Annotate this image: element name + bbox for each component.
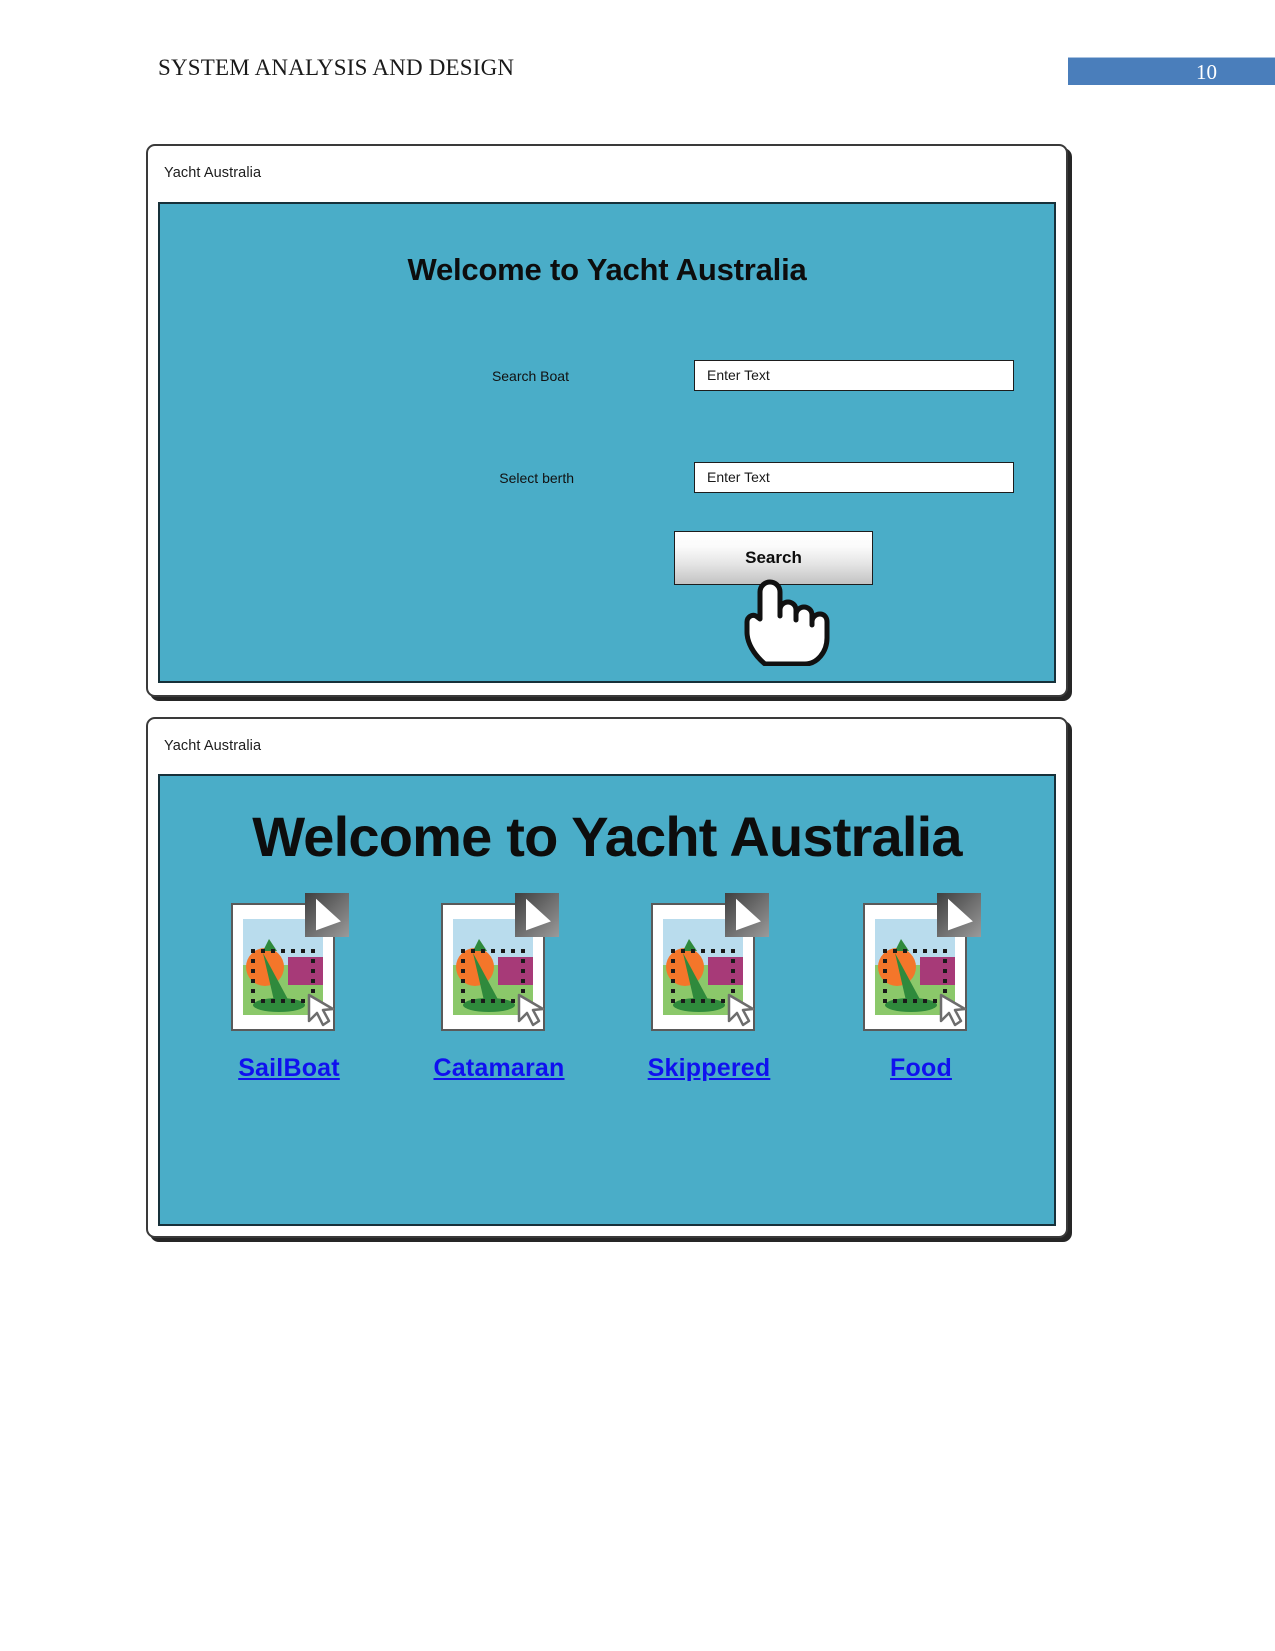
- category-item-catamaran[interactable]: Catamaran: [394, 891, 604, 1083]
- search-button[interactable]: Search: [674, 531, 873, 585]
- image-placeholder-icon: [651, 893, 769, 1031]
- page-number-badge: 10: [1068, 57, 1275, 85]
- form-row-select-berth: Select berth Enter Text: [160, 462, 1054, 496]
- hand-pointer-cursor-icon: [744, 579, 830, 666]
- mockup-window-results: Yacht Australia Welcome to Yacht Austral…: [146, 717, 1068, 1238]
- search-boat-input[interactable]: Enter Text: [694, 360, 1014, 391]
- category-grid: SailBoat Catamaran Skippered Food: [182, 891, 1036, 1083]
- search-button-label: Search: [745, 548, 802, 567]
- image-placeholder-icon: [863, 893, 981, 1031]
- mockup-window-search: Yacht Australia Welcome to Yacht Austral…: [146, 144, 1068, 697]
- search-boat-input-value: Enter Text: [707, 367, 770, 383]
- window-title-results: Yacht Australia: [164, 738, 262, 754]
- category-item-sailboat[interactable]: SailBoat: [184, 891, 394, 1083]
- page-title: SYSTEM ANALYSIS AND DESIGN: [158, 55, 515, 80]
- image-placeholder-icon: [231, 893, 349, 1031]
- select-berth-input[interactable]: Enter Text: [694, 462, 1014, 493]
- select-berth-input-value: Enter Text: [707, 469, 770, 485]
- category-item-food[interactable]: Food: [816, 891, 1026, 1083]
- category-link-food[interactable]: Food: [890, 1054, 952, 1083]
- page-number-label: 10: [1196, 60, 1217, 84]
- category-link-sailboat[interactable]: SailBoat: [238, 1054, 340, 1083]
- image-placeholder-icon: [441, 893, 559, 1031]
- category-link-skippered[interactable]: Skippered: [648, 1054, 771, 1083]
- form-row-search-boat: Search Boat Enter Text: [160, 360, 1054, 394]
- category-item-skippered[interactable]: Skippered: [604, 891, 814, 1083]
- label-search-boat: Search Boat: [491, 368, 569, 384]
- screen-results: Welcome to Yacht Australia SailBoat Cata…: [158, 774, 1056, 1226]
- category-link-catamaran[interactable]: Catamaran: [433, 1054, 564, 1083]
- welcome-heading-results: Welcome to Yacht Australia: [252, 805, 962, 868]
- screen-search: Welcome to Yacht Australia Search Boat E…: [158, 202, 1056, 683]
- label-select-berth: Select berth: [499, 470, 574, 486]
- window-title-search: Yacht Australia: [164, 165, 262, 181]
- welcome-heading-search: Welcome to Yacht Australia: [407, 252, 807, 287]
- document-header: SYSTEM ANALYSIS AND DESIGN 10: [0, 0, 1275, 110]
